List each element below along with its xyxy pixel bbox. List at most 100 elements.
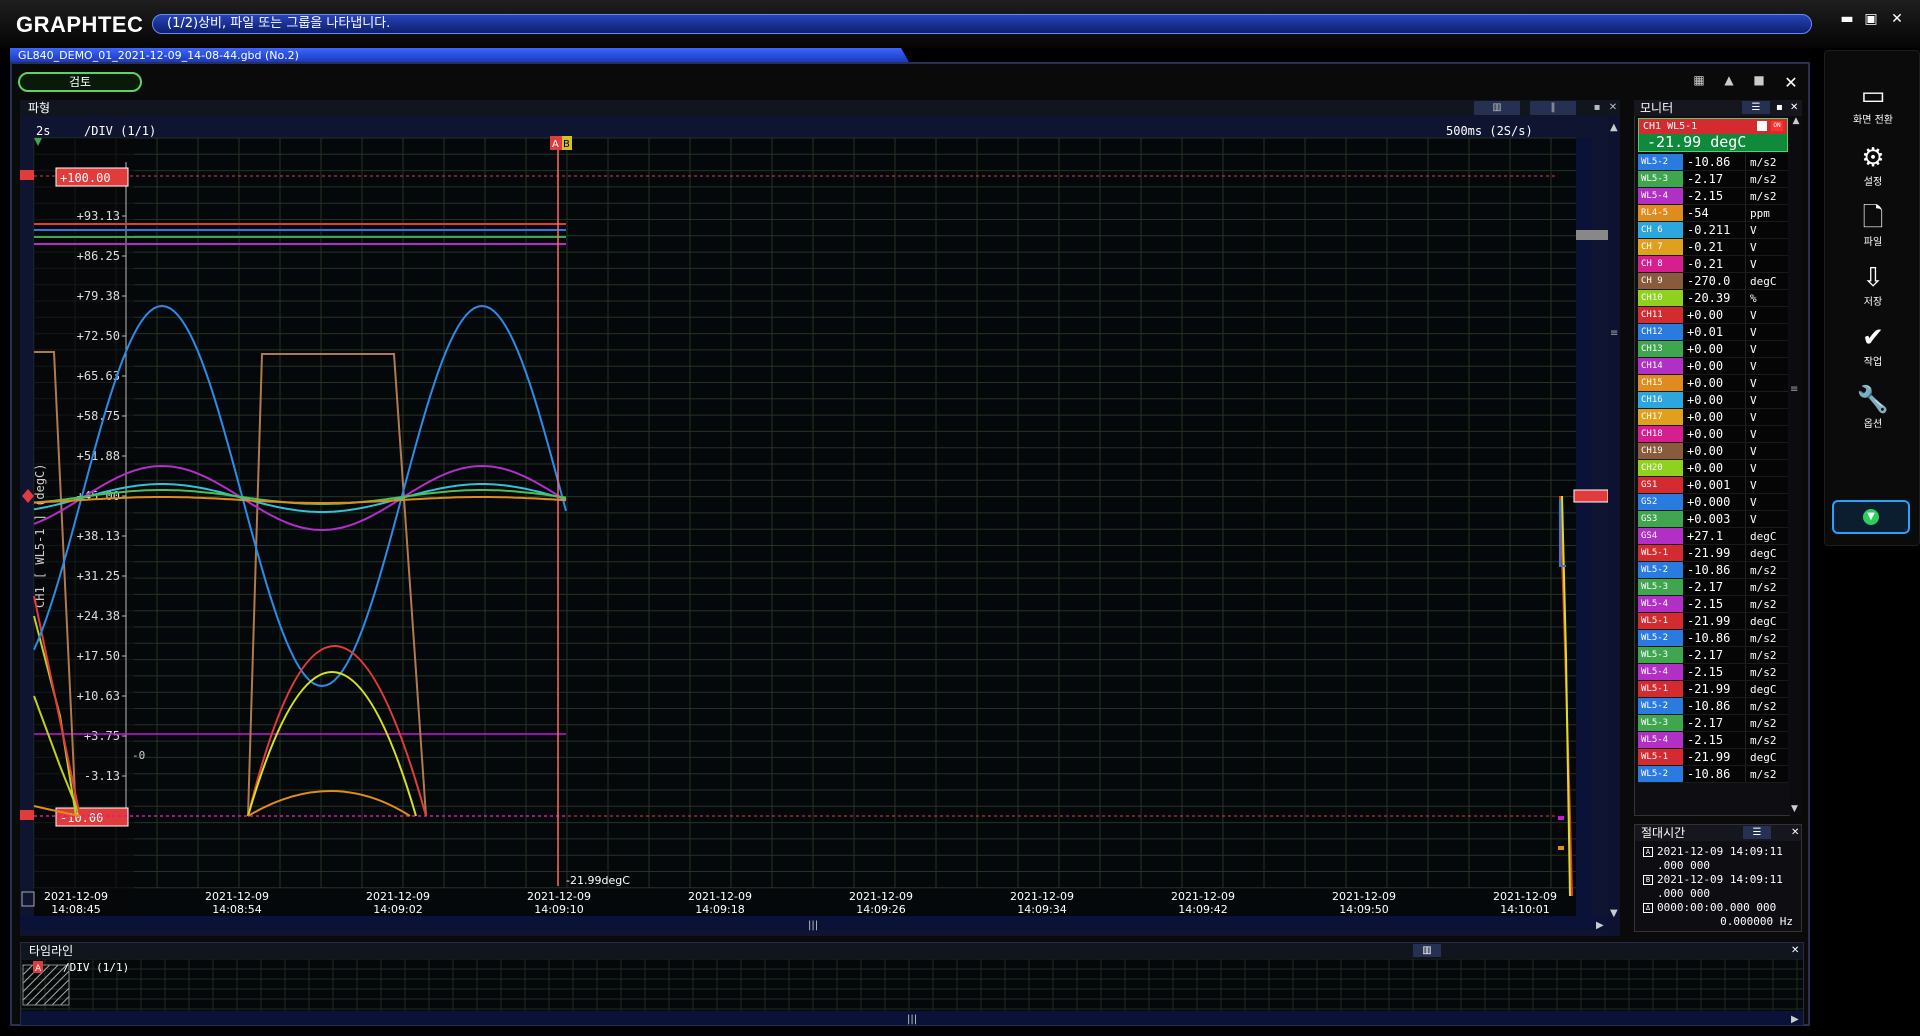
sidebar-item-work[interactable]: ✔ 작업 (1825, 323, 1920, 368)
hscroll-right-icon[interactable]: ▶ (1596, 920, 1604, 931)
monitor-row-value: +0.00 (1687, 359, 1724, 373)
x-tick-date: 2021-12-09 (1493, 890, 1557, 903)
monitor-row[interactable]: WL5-4 -2.15 m/s2 (1638, 664, 1788, 681)
monitor-row[interactable]: WL5-2 -10.86 m/s2 (1638, 698, 1788, 715)
close-icon[interactable]: ✕ (1888, 10, 1906, 28)
hscroll-thumb-icon[interactable]: ||| (808, 920, 818, 931)
monitor-scroll-thumb-icon[interactable]: ≡ (1790, 384, 1798, 395)
monitor-row[interactable]: GS4 +27.1 degC (1638, 528, 1788, 545)
scroll-down-icon[interactable]: ▼ (1610, 908, 1618, 919)
split-view-icon[interactable]: ▲ (1720, 73, 1738, 89)
monitor-row[interactable]: WL5-4 -2.15 m/s2 (1638, 732, 1788, 749)
abs-menu-icon[interactable]: ☰ (1743, 826, 1771, 839)
monitor-row[interactable]: CH17 +0.00 V (1638, 409, 1788, 426)
monitor-row[interactable]: CH15 +0.00 V (1638, 375, 1788, 392)
monitor-row[interactable]: CH 6 -0.211 V (1638, 222, 1788, 239)
monitor-row[interactable]: WL5-3 -2.17 m/s2 (1638, 715, 1788, 732)
grid-view-icon[interactable]: ▦ (1690, 73, 1708, 89)
monitor-row[interactable]: WL5-1 -21.99 degC (1638, 613, 1788, 630)
timeline-scroll-thumb-icon[interactable]: ||| (907, 1014, 917, 1025)
monitor-row[interactable]: RL4-5 -54 ppm (1638, 205, 1788, 222)
monitor-row-label: CH13 (1638, 341, 1683, 357)
channel-stop-icon[interactable] (1757, 121, 1767, 131)
monitor-row[interactable]: CH 8 -0.21 V (1638, 256, 1788, 273)
sidebar-item-display-switch[interactable]: ▭ 화면 전환 (1825, 81, 1920, 126)
waveform-plot[interactable]: +93.13 +86.25 +79.38 +72.50 +65.63 +58.75 +51.… (20, 116, 1620, 936)
frequency: 0.000000 Hz (1720, 915, 1793, 928)
current-value-marker[interactable] (1573, 489, 1609, 503)
monitor-row[interactable]: CH18 +0.00 V (1638, 426, 1788, 443)
monitor-scrollbar[interactable]: ▲ ≡ ▼ (1790, 116, 1802, 816)
monitor-row[interactable]: WL5-3 -2.17 m/s2 (1638, 647, 1788, 664)
monitor-row[interactable]: CH 7 -0.21 V (1638, 239, 1788, 256)
monitor-row[interactable]: WL5-1 -21.99 degC (1638, 749, 1788, 766)
monitor-scroll-down-icon[interactable]: ▼ (1791, 804, 1798, 814)
monitor-close-icon[interactable]: ✕ (1790, 100, 1798, 116)
scroll-up-icon[interactable]: ▲ (1610, 122, 1618, 133)
monitor-row[interactable]: WL5-4 -2.15 m/s2 (1638, 596, 1788, 613)
monitor-row[interactable]: CH20 +0.00 V (1638, 460, 1788, 477)
monitor-row[interactable]: WL5-3 -2.17 m/s2 (1638, 171, 1788, 188)
monitor-row[interactable]: CH13 +0.00 V (1638, 341, 1788, 358)
monitor-row-label: CH10 (1638, 290, 1683, 306)
sidebar-item-file[interactable]: 🗋 파일 (1825, 203, 1920, 248)
close-file-icon[interactable]: ✕ (1782, 73, 1800, 92)
waveform-close-icon[interactable]: ✕ (1606, 101, 1620, 115)
minimize-icon[interactable]: ▬ (1838, 10, 1856, 28)
waveform-minimize-icon[interactable]: ▪ (1590, 101, 1604, 115)
monitor-row[interactable]: WL5-4 -2.15 m/s2 (1638, 188, 1788, 205)
x-tick-date: 2021-12-09 (849, 890, 913, 903)
scale-marker[interactable] (1576, 230, 1608, 240)
expand-button[interactable]: ▼ (1832, 500, 1910, 534)
timeline-panel: 타임라인 ▥ ✕ A /DIV (1/1) ||| ▶ (20, 942, 1804, 1026)
monitor-row[interactable]: CH10 -20.39% (1638, 290, 1788, 307)
upper-limit-marker[interactable] (20, 170, 34, 180)
monitor-row[interactable]: CH14 +0.00 V (1638, 358, 1788, 375)
lower-limit-marker[interactable] (20, 810, 34, 820)
scroll-thumb-icon[interactable]: ≡ (1610, 328, 1618, 339)
monitor-row[interactable]: GS1 +0.001 V (1638, 477, 1788, 494)
monitor-row-value: +0.00 (1687, 393, 1724, 407)
vertical-scrollbar[interactable] (1608, 116, 1620, 936)
y-tick-label: +24.38 (77, 609, 120, 623)
restore-icon[interactable]: ▣ (1862, 10, 1880, 28)
review-button[interactable]: 검토 (18, 72, 142, 92)
monitor-row[interactable]: WL5-2 -10.86 m/s2 (1638, 630, 1788, 647)
monitor-row[interactable]: CH11 +0.00 V (1638, 307, 1788, 324)
monitor-row[interactable]: WL5-2 -10.86 m/s2 (1638, 766, 1788, 783)
monitor-row[interactable]: CH16 +0.00 V (1638, 392, 1788, 409)
sidebar-item-option[interactable]: 🔧 옵션 (1825, 385, 1920, 430)
monitor-row[interactable]: WL5-2 -10.86 m/s2 (1638, 154, 1788, 171)
waveform-cursor-tool[interactable]: ▥ (1474, 101, 1520, 115)
monitor-header: 모니터 ☰ ▪ ✕ (1634, 100, 1802, 116)
monitor-row[interactable]: GS2 +0.000 V (1638, 494, 1788, 511)
timeline-scroll-right-icon[interactable]: ▶ (1791, 1014, 1799, 1025)
monitor-scroll-up-icon[interactable]: ▲ (1790, 116, 1802, 126)
monitor-row-value: -21.99 (1687, 682, 1731, 696)
monitor-row[interactable]: CH19 +0.00 V (1638, 443, 1788, 460)
timeline-plot[interactable]: A /DIV (1/1) ||| ▶ (20, 958, 1803, 1025)
sidebar-item-settings[interactable]: ⚙ 설정 (1825, 143, 1920, 188)
monitor-row[interactable]: WL5-1 -21.99 degC (1638, 681, 1788, 698)
monitor-minimize-icon[interactable]: ▪ (1776, 100, 1783, 116)
timeline-close-icon[interactable]: ✕ (1791, 943, 1799, 959)
monitor-row-value: +0.00 (1687, 427, 1724, 441)
single-view-icon[interactable]: ■ (1750, 73, 1768, 89)
selected-channel-label: CH1 WL5-1 (1643, 121, 1698, 132)
monitor-row[interactable]: WL5-1 -21.99 degC (1638, 545, 1788, 562)
monitor-row[interactable]: CH12 +0.01 V (1638, 324, 1788, 341)
sidebar-item-save[interactable]: ⇩ 저장 (1825, 263, 1920, 308)
monitor-row-label: WL5-4 (1638, 664, 1683, 680)
monitor-row[interactable]: WL5-2 -10.86 m/s2 (1638, 562, 1788, 579)
monitor-row-unit: V (1745, 443, 1788, 459)
monitor-row[interactable]: GS3 +0.003 V (1638, 511, 1788, 528)
waveform-pause-button[interactable]: ‖ (1530, 101, 1576, 115)
right-scroll-strip[interactable] (1576, 138, 1592, 928)
monitor-row[interactable]: CH 9 -270.0 degC (1638, 273, 1788, 290)
timeline-tool-icon[interactable]: ▥ (1413, 944, 1441, 957)
selected-channel[interactable]: CH1 WL5-1 ON -21.99 degC (1638, 118, 1788, 152)
monitor-row[interactable]: WL5-3 -2.17 m/s2 (1638, 579, 1788, 596)
timeline-title: 타임라인 (29, 944, 74, 958)
monitor-menu-icon[interactable]: ☰ (1742, 101, 1770, 114)
abs-close-icon[interactable]: ✕ (1791, 825, 1799, 841)
